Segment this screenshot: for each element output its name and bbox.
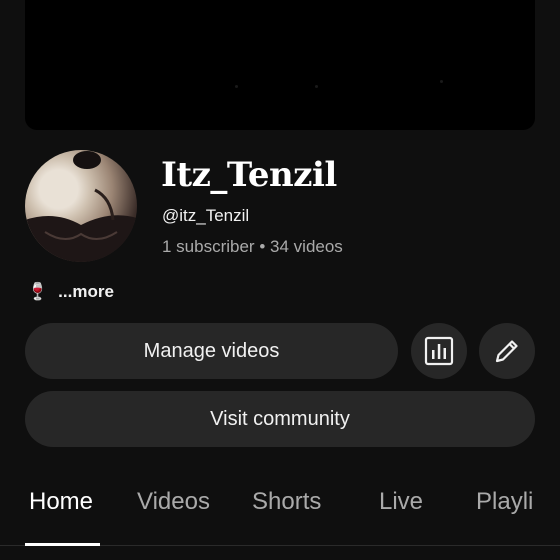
tab-live[interactable]: Live — [379, 488, 423, 516]
tab-shorts[interactable]: Shorts — [252, 488, 321, 516]
tab-home[interactable]: Home — [29, 488, 93, 516]
visit-community-button[interactable]: Visit community — [25, 391, 535, 447]
channel-tabs: Home Videos Shorts Live Playli — [0, 488, 560, 538]
bar-chart-icon — [424, 336, 454, 366]
subscriber-count: 1 subscriber — [162, 237, 255, 256]
visit-community-label: Visit community — [210, 407, 350, 430]
more-link[interactable]: ...more — [58, 282, 114, 302]
channel-stats: 1 subscriber • 34 videos — [162, 237, 343, 257]
video-count: 34 videos — [270, 237, 343, 256]
channel-banner[interactable] — [25, 0, 535, 130]
edit-button[interactable] — [479, 323, 535, 379]
stats-separator: • — [259, 237, 266, 256]
tab-videos[interactable]: Videos — [137, 488, 210, 516]
tab-playlists[interactable]: Playli — [476, 488, 533, 516]
channel-avatar[interactable] — [25, 150, 137, 262]
channel-description[interactable]: 🍷 ...more — [27, 282, 114, 302]
wine-glass-icon: 🍷 — [27, 282, 49, 301]
avatar-photo — [25, 151, 137, 262]
manage-videos-button[interactable]: Manage videos — [25, 323, 398, 379]
channel-name: Itz_Tenzil — [161, 155, 337, 195]
analytics-button[interactable] — [411, 323, 467, 379]
active-tab-indicator — [25, 543, 100, 546]
manage-videos-label: Manage videos — [143, 339, 280, 362]
pencil-icon — [495, 340, 518, 363]
channel-handle: @itz_Tenzil — [162, 206, 250, 225]
